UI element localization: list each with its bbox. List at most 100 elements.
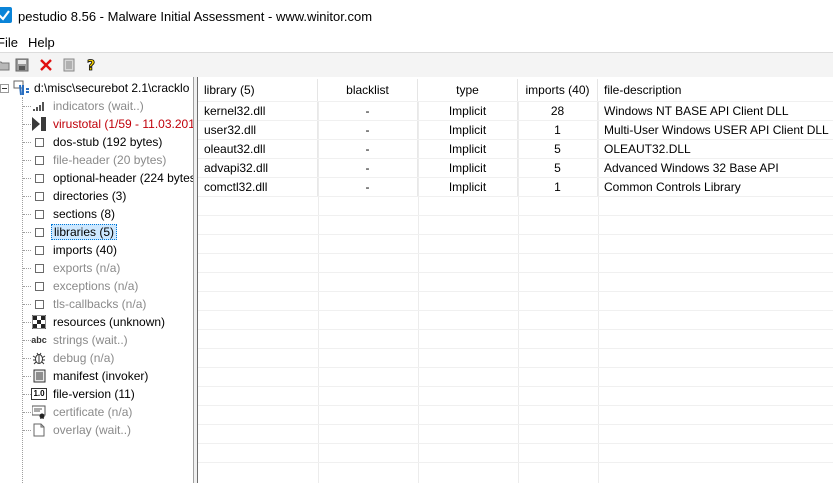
- strings-icon-text: abc: [31, 335, 47, 345]
- cell-blacklist: -: [318, 102, 418, 120]
- table-row[interactable]: user32.dll - Implicit 1 Multi-User Windows U…: [198, 120, 833, 139]
- box-icon: [31, 261, 47, 275]
- cell-type: Implicit: [418, 178, 518, 196]
- tree-item-indicators[interactable]: indicators (wait..): [0, 97, 193, 115]
- table-row[interactable]: kernel32.dll - Implicit 28 Windows NT BASE A…: [198, 101, 833, 120]
- tree-item-label: manifest (invoker): [53, 369, 149, 383]
- table-row-empty: [198, 272, 833, 291]
- toolbar: ?: [0, 52, 833, 78]
- collapse-icon[interactable]: [0, 84, 9, 93]
- column-header-type[interactable]: type: [418, 79, 518, 101]
- table-header: library (5) blacklist type imports (40) …: [198, 79, 833, 101]
- column-header-imports[interactable]: imports (40): [518, 79, 598, 101]
- box-icon: [31, 135, 47, 149]
- tree-item-sections[interactable]: sections (8): [0, 205, 193, 223]
- table-row[interactable]: comctl32.dll - Implicit 1 Common Controls Li…: [198, 177, 833, 196]
- tree-item-label: sections (8): [53, 207, 116, 221]
- box-icon: [31, 189, 47, 203]
- tree-item-label: debug (n/a): [53, 351, 115, 365]
- column-header-library[interactable]: library (5): [198, 79, 318, 101]
- certificate-icon: [31, 405, 47, 419]
- table-row-empty: [198, 291, 833, 310]
- close-file-icon[interactable]: [37, 56, 55, 74]
- table-row[interactable]: oleaut32.dll - Implicit 5 OLEAUT32.DLL: [198, 139, 833, 158]
- tree-item-label: indicators (wait..): [53, 99, 144, 113]
- menu-bar: File Help: [0, 32, 833, 52]
- tree-item-imports[interactable]: imports (40): [0, 241, 193, 259]
- tree-item-label: strings (wait..): [53, 333, 128, 347]
- tree-item-libraries[interactable]: libraries (5): [0, 223, 193, 241]
- cell-type: Implicit: [418, 159, 518, 177]
- tree-root-label: d:\misc\securebot 2.1\cracklo: [34, 81, 190, 95]
- strings-icon: abc: [31, 333, 47, 347]
- box-icon: [31, 171, 47, 185]
- table-row-empty: [198, 215, 833, 234]
- tree-item-label: file-version (11): [53, 387, 135, 401]
- report-icon[interactable]: [60, 56, 78, 74]
- tree-item-label: virustotal (1/59 - 11.03.201: [53, 117, 193, 131]
- help-icon[interactable]: ?: [83, 56, 101, 74]
- open-icon[interactable]: [0, 56, 12, 74]
- cell-file-description: Common Controls Library: [604, 180, 741, 194]
- tree-item-label: resources (unknown): [53, 315, 166, 329]
- column-header-blacklist[interactable]: blacklist: [318, 79, 418, 101]
- cell-type: Implicit: [418, 140, 518, 158]
- cell-library: user32.dll: [198, 121, 318, 139]
- table-row[interactable]: advapi32.dll - Implicit 5 Advanced Windows 3…: [198, 158, 833, 177]
- tree-item-label: exports (n/a): [53, 261, 121, 275]
- cell-library: kernel32.dll: [198, 102, 318, 120]
- cell-blacklist: -: [318, 121, 418, 139]
- tree-item-file-header[interactable]: file-header (20 bytes): [0, 151, 193, 169]
- tree-item-label: optional-header (224 bytes: [53, 171, 193, 185]
- tree-item-exceptions[interactable]: exceptions (n/a): [0, 277, 193, 295]
- tree-root-file[interactable]: d:\misc\securebot 2.1\cracklo: [0, 79, 193, 97]
- box-icon: [31, 243, 47, 257]
- indicators-icon: [31, 99, 47, 113]
- pestudio-app-icon[interactable]: [0, 7, 12, 23]
- tree-item-label: certificate (n/a): [53, 405, 133, 419]
- table-row-empty: [198, 386, 833, 405]
- tree-item-virustotal[interactable]: virustotal (1/59 - 11.03.201: [0, 115, 193, 133]
- menu-file[interactable]: File: [0, 35, 18, 50]
- box-icon: [31, 225, 47, 239]
- tree-item-tls-callbacks[interactable]: tls-callbacks (n/a): [0, 295, 193, 313]
- cell-type: Implicit: [418, 102, 518, 120]
- tree-item-resources[interactable]: resources (unknown): [0, 313, 193, 331]
- manifest-icon: [31, 369, 47, 383]
- window-title: pestudio 8.56 - Malware Initial Assessme…: [18, 9, 373, 24]
- tree-item-directories[interactable]: directories (3): [0, 187, 193, 205]
- cell-imports: 28: [518, 102, 598, 120]
- cell-file-description: OLEAUT32.DLL: [604, 142, 691, 156]
- file-version-icon-text: 1.0: [31, 388, 47, 400]
- cell-file-description: Advanced Windows 32 Base API: [604, 161, 779, 175]
- tree-item-exports[interactable]: exports (n/a): [0, 259, 193, 277]
- tree-item-strings[interactable]: abc strings (wait..): [0, 331, 193, 349]
- tree-item-dos-stub[interactable]: dos-stub (192 bytes): [0, 133, 193, 151]
- menu-help[interactable]: Help: [28, 35, 55, 50]
- table-row-empty: [198, 405, 833, 424]
- cell-library: comctl32.dll: [198, 178, 318, 196]
- cell-file-description: Multi-User Windows USER API Client DLL: [604, 123, 829, 137]
- cell-blacklist: -: [318, 178, 418, 196]
- svg-text:?: ?: [87, 58, 95, 73]
- tree-item-manifest[interactable]: manifest (invoker): [0, 367, 193, 385]
- tree-item-label: directories (3): [53, 189, 127, 203]
- box-icon: [31, 297, 47, 311]
- table-row-empty: [198, 234, 833, 253]
- table-row-empty: [198, 310, 833, 329]
- tree-item-certificate[interactable]: certificate (n/a): [0, 403, 193, 421]
- table-row-empty: [198, 462, 833, 481]
- table-row-empty: [198, 253, 833, 272]
- table-row-empty: [198, 424, 833, 443]
- table-row-empty: [198, 367, 833, 386]
- tree-item-file-version[interactable]: 1.0 file-version (11): [0, 385, 193, 403]
- cell-imports: 5: [518, 159, 598, 177]
- cell-imports: 1: [518, 178, 598, 196]
- column-header-file-description[interactable]: file-description: [598, 79, 833, 101]
- table-row-empty: [198, 348, 833, 367]
- title-bar: pestudio 8.56 - Malware Initial Assessme…: [0, 0, 833, 32]
- save-icon[interactable]: [13, 56, 31, 74]
- tree-item-overlay[interactable]: overlay (wait..): [0, 421, 193, 439]
- tree-item-debug[interactable]: debug (n/a): [0, 349, 193, 367]
- tree-item-optional-header[interactable]: optional-header (224 bytes: [0, 169, 193, 187]
